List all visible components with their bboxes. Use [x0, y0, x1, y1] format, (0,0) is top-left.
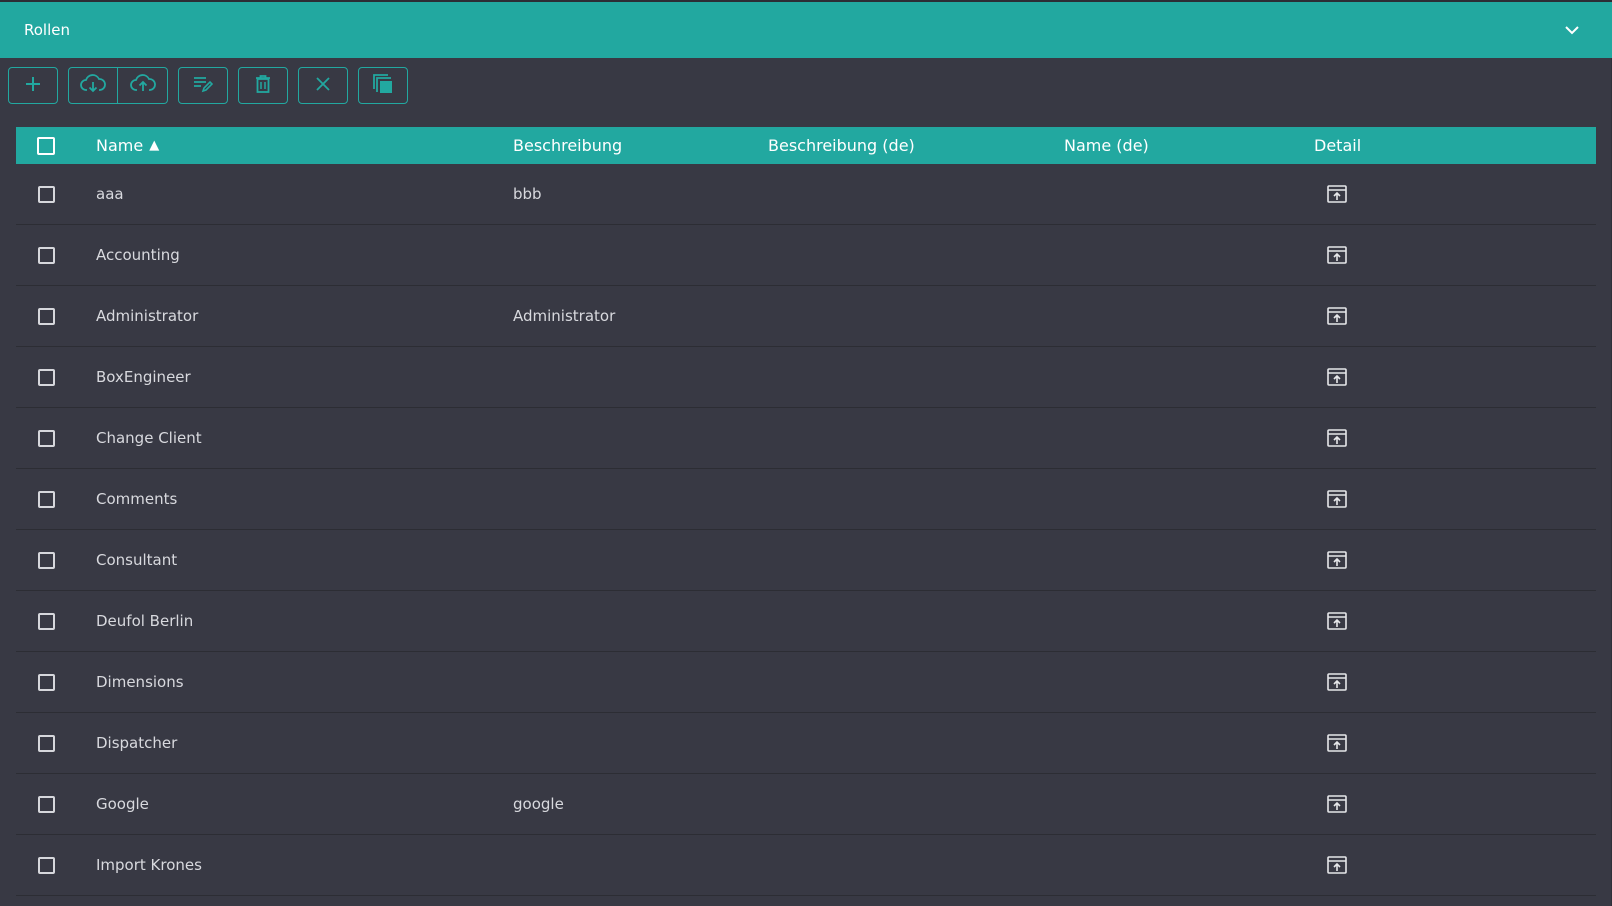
open-detail-icon[interactable]: [1327, 368, 1347, 386]
table-row[interactable]: Deufol Berlin: [16, 591, 1596, 652]
cell-name: Dimensions: [96, 673, 184, 691]
edit-button[interactable]: [178, 67, 228, 104]
column-header-name-label: Name: [96, 136, 144, 155]
cloud-upload-icon: [129, 73, 156, 98]
cell-name: Accounting: [96, 246, 180, 264]
chevron-down-icon[interactable]: [1562, 20, 1582, 40]
open-detail-icon[interactable]: [1327, 551, 1347, 569]
row-checkbox[interactable]: [37, 185, 55, 203]
trash-icon: [255, 74, 271, 98]
row-checkbox[interactable]: [37, 490, 55, 508]
plus-icon: [24, 75, 42, 97]
table-header: Name ▲ Beschreibung Beschreibung (de) Na…: [16, 127, 1596, 164]
column-header-description-de[interactable]: Beschreibung (de): [768, 127, 915, 164]
cell-name: Comments: [96, 490, 178, 508]
table-row[interactable]: Administrator Administrator: [16, 286, 1596, 347]
row-checkbox[interactable]: [37, 734, 55, 752]
open-detail-icon[interactable]: [1327, 734, 1347, 752]
row-checkbox[interactable]: [37, 551, 55, 569]
open-detail-icon[interactable]: [1327, 856, 1347, 874]
cell-name: Administrator: [96, 307, 199, 325]
cell-name: Google: [96, 795, 149, 813]
cell-name: Change Client: [96, 429, 202, 447]
edit-list-icon: [193, 75, 214, 97]
column-header-description[interactable]: Beschreibung: [513, 127, 622, 164]
table-row[interactable]: aaa bbb: [16, 164, 1596, 225]
cell-name: Consultant: [96, 551, 178, 569]
cell-description: Administrator: [513, 307, 616, 325]
table-body: aaa bbb Accounting Administrator Adminis…: [16, 164, 1596, 896]
cloud-download-icon: [80, 73, 106, 98]
table-row[interactable]: Accounting: [16, 225, 1596, 286]
close-icon: [315, 76, 331, 96]
open-detail-icon[interactable]: [1327, 429, 1347, 447]
panel-header[interactable]: Rollen: [0, 0, 1612, 58]
sort-ascending-icon: ▲: [149, 138, 160, 153]
open-detail-icon[interactable]: [1327, 246, 1347, 264]
copy-icon: [373, 73, 393, 98]
roles-panel: Rollen Name ▲ Beschreibung Beschreibung …: [0, 0, 1612, 906]
copy-button[interactable]: [358, 67, 408, 104]
cell-name: Import Krones: [96, 856, 202, 874]
delete-button[interactable]: [238, 67, 288, 104]
roles-table: Name ▲ Beschreibung Beschreibung (de) Na…: [16, 127, 1596, 896]
open-detail-icon[interactable]: [1327, 185, 1347, 203]
row-checkbox[interactable]: [37, 246, 55, 264]
toolbar: [8, 67, 418, 104]
cell-name: Dispatcher: [96, 734, 178, 752]
table-row[interactable]: Dimensions: [16, 652, 1596, 713]
row-checkbox[interactable]: [37, 795, 55, 813]
table-row[interactable]: Dispatcher: [16, 713, 1596, 774]
cell-name: aaa: [96, 185, 124, 203]
row-checkbox[interactable]: [37, 673, 55, 691]
table-row[interactable]: BoxEngineer: [16, 347, 1596, 408]
table-row[interactable]: Import Krones: [16, 835, 1596, 896]
open-detail-icon[interactable]: [1327, 490, 1347, 508]
panel-title: Rollen: [24, 21, 70, 39]
upload-button[interactable]: [118, 67, 168, 104]
column-header-name-de[interactable]: Name (de): [1064, 127, 1149, 164]
open-detail-icon[interactable]: [1327, 307, 1347, 325]
cell-name: Deufol Berlin: [96, 612, 194, 630]
open-detail-icon[interactable]: [1327, 795, 1347, 813]
row-checkbox[interactable]: [37, 612, 55, 630]
table-row[interactable]: Consultant: [16, 530, 1596, 591]
download-button[interactable]: [68, 67, 118, 104]
cell-name: BoxEngineer: [96, 368, 191, 386]
table-row[interactable]: Change Client: [16, 408, 1596, 469]
table-row[interactable]: Google google: [16, 774, 1596, 835]
cell-description: bbb: [513, 185, 542, 203]
cancel-button[interactable]: [298, 67, 348, 104]
select-all-checkbox[interactable]: [37, 136, 55, 155]
row-checkbox[interactable]: [37, 856, 55, 874]
add-button[interactable]: [8, 67, 58, 104]
column-header-detail: Detail: [1314, 136, 1362, 155]
row-checkbox[interactable]: [37, 368, 55, 386]
row-checkbox[interactable]: [37, 307, 55, 325]
column-header-name[interactable]: Name ▲: [96, 127, 159, 164]
open-detail-icon[interactable]: [1327, 673, 1347, 691]
cell-description: google: [513, 795, 564, 813]
table-row[interactable]: Comments: [16, 469, 1596, 530]
row-checkbox[interactable]: [37, 429, 55, 447]
open-detail-icon[interactable]: [1327, 612, 1347, 630]
